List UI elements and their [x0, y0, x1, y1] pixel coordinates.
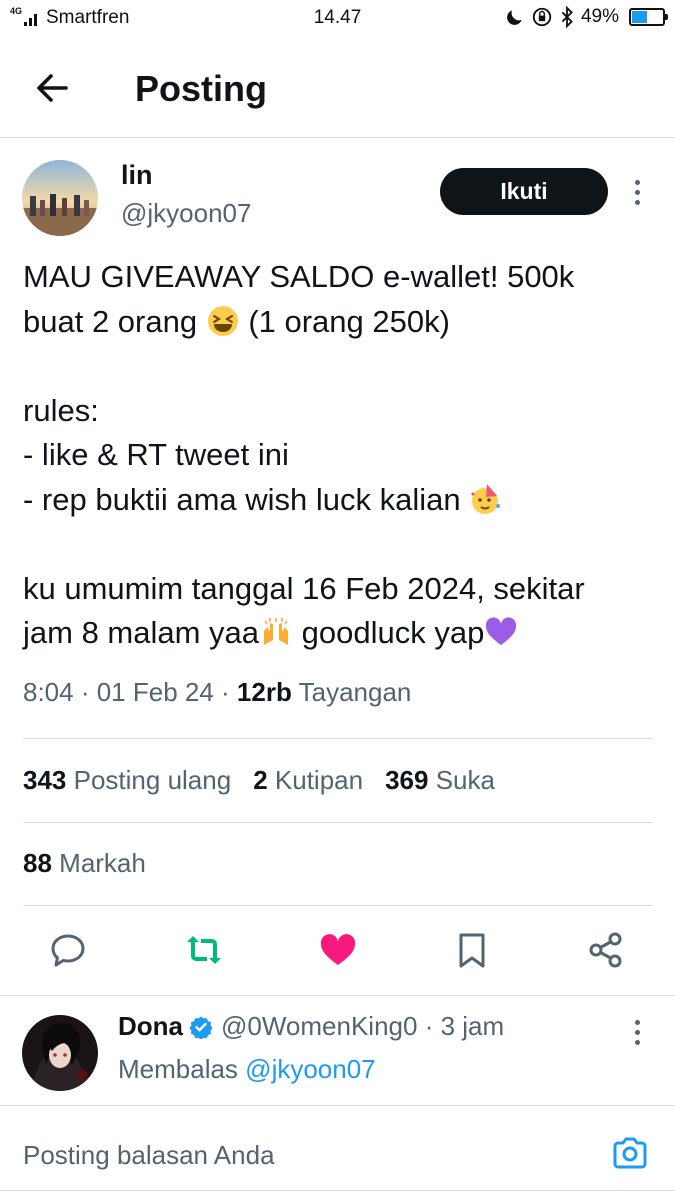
heart-icon — [320, 934, 356, 965]
reposts-stat[interactable]: 343 Posting ulang — [23, 765, 231, 795]
reply-author-name[interactable]: Dona — [118, 1011, 183, 1042]
quotes-stat[interactable]: 2 Kutipan — [253, 765, 363, 795]
avatar-image — [22, 160, 98, 236]
bookmark-button[interactable] — [452, 930, 492, 970]
tweet-line: ku umumim tanggal 16 Feb 2024, sekitar — [23, 570, 585, 606]
tweet-line: buat 2 orang (1 orang 250k) — [23, 303, 450, 339]
tweet-time: 8:04 — [23, 677, 74, 707]
repost-button[interactable] — [184, 930, 224, 970]
divider — [23, 822, 653, 823]
moon-icon — [507, 10, 522, 25]
divider — [23, 738, 653, 739]
grinning-squinting-face-icon — [207, 305, 238, 336]
battery-icon — [629, 8, 668, 26]
views-count: 12rb — [236, 677, 292, 707]
share-button[interactable] — [586, 930, 626, 970]
divider — [0, 1190, 675, 1191]
reply-avatar[interactable] — [22, 1015, 98, 1091]
divider — [0, 1105, 675, 1106]
reply-compose-input[interactable]: Posting balasan Anda — [23, 1140, 275, 1171]
status-bar: 4G Smartfren 14.47 49% — [0, 0, 675, 36]
data-saver-icon — [532, 7, 552, 27]
divider — [23, 905, 653, 906]
replying-to: Membalas @jkyoon07 — [118, 1054, 376, 1085]
partying-face-icon — [471, 483, 501, 514]
header: Posting — [0, 36, 675, 138]
avatar-image — [22, 1015, 98, 1091]
raising-hands-icon — [264, 618, 289, 645]
author-avatar[interactable] — [22, 160, 98, 236]
engagement-stats: 343 Posting ulang 2 Kutipan 369 Suka — [23, 765, 495, 796]
bluetooth-icon — [561, 6, 573, 28]
replying-to-mention[interactable]: @jkyoon07 — [245, 1054, 375, 1084]
back-button[interactable] — [30, 66, 74, 110]
views-label: Tayangan — [298, 677, 412, 707]
repost-icon — [187, 936, 221, 964]
tweet-line: - rep buktii ama wish luck kalian — [23, 478, 653, 523]
author-name[interactable]: lin — [121, 160, 153, 191]
tweet-line: jam 8 malam yaa goodluck yap — [23, 611, 653, 656]
tweet-meta: 8:04 · 01 Feb 24 · 12rb Tayangan — [23, 677, 412, 707]
page-title: Posting — [135, 68, 267, 109]
bookmark-icon — [459, 933, 485, 968]
reply-time: 3 jam — [440, 1011, 505, 1041]
tweet-line: rules: — [23, 392, 99, 428]
more-options-icon[interactable] — [633, 178, 641, 208]
tweet-text: MAU GIVEAWAY SALDO e-wallet! 500k buat 2… — [23, 255, 653, 656]
reply-button[interactable] — [48, 930, 88, 970]
battery-percent: 49% — [580, 6, 619, 27]
camera-icon — [613, 1137, 647, 1169]
arrow-left-icon — [37, 74, 68, 102]
comment-icon — [51, 934, 85, 967]
bookmarks-stat[interactable]: 88 Markah — [23, 848, 146, 879]
follow-button[interactable]: Ikuti — [440, 168, 608, 215]
like-button[interactable] — [318, 930, 358, 970]
tweet-date: 01 Feb 24 — [96, 677, 214, 707]
purple-heart-icon — [486, 617, 517, 645]
author-handle[interactable]: @jkyoon07 — [121, 198, 251, 229]
likes-stat[interactable]: 369 Suka — [385, 765, 495, 795]
tweet-line: MAU GIVEAWAY SALDO e-wallet! 500k — [23, 259, 575, 294]
camera-button[interactable] — [610, 1134, 650, 1174]
reply-author-handle[interactable]: @0WomenKing0 — [221, 1011, 417, 1041]
replying-to-label: Membalas — [118, 1054, 238, 1084]
verified-badge-icon — [189, 1016, 213, 1039]
divider — [0, 995, 675, 996]
tweet-line: - like & RT tweet ini — [23, 437, 289, 472]
reply-header: Dona @0WomenKing0 · 3 jam — [118, 1011, 505, 1042]
share-icon — [589, 932, 622, 968]
reply-more-options-icon[interactable] — [633, 1018, 641, 1048]
